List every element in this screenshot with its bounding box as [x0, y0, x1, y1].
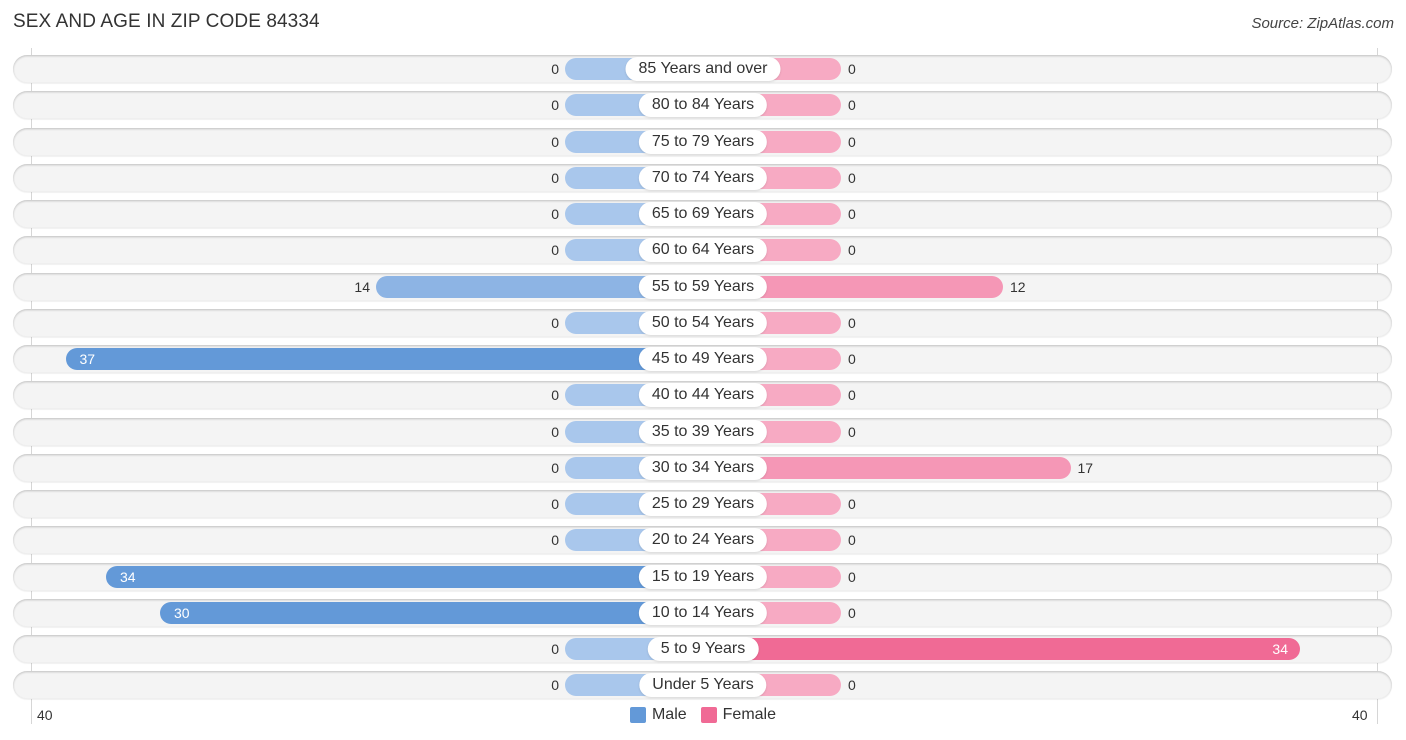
- legend-swatch-male: [629, 707, 646, 723]
- chart-row: 70 to 74 Years 0 0: [13, 164, 1392, 192]
- bar-male: [65, 348, 703, 370]
- legend-swatch-female: [700, 707, 717, 723]
- source-note: Source: ZipAtlas.com: [1251, 15, 1394, 32]
- category-label: 35 to 39 Years: [638, 420, 768, 444]
- value-label-male: 0: [551, 61, 559, 77]
- value-label-male: 30: [174, 605, 190, 621]
- category-label: 30 to 34 Years: [638, 456, 768, 480]
- legend-label-female: Female: [722, 706, 777, 723]
- category-label: 60 to 64 Years: [638, 238, 768, 262]
- legend: Male Female: [0, 706, 1406, 724]
- value-label-male: 0: [551, 677, 559, 693]
- value-label-male: 0: [551, 387, 559, 403]
- category-label: 20 to 24 Years: [638, 528, 768, 552]
- value-label-female: 17: [1077, 460, 1094, 476]
- legend-item-female: Female: [700, 706, 777, 724]
- bar-male: [106, 566, 703, 588]
- category-label: 55 to 59 Years: [638, 275, 768, 299]
- value-label-male: 37: [79, 351, 96, 367]
- value-label-female: 0: [848, 242, 856, 258]
- chart-row: 60 to 64 Years 0 0: [13, 236, 1392, 264]
- value-label-male: 0: [551, 242, 559, 258]
- chart-row: 75 to 79 Years 0 0: [13, 128, 1392, 156]
- value-label-female: 34: [1272, 641, 1288, 657]
- value-label-male: 0: [551, 315, 559, 331]
- legend-label-male: Male: [651, 706, 687, 723]
- bar-male: [160, 602, 703, 624]
- chart-row: 45 to 49 Years 37 0: [13, 345, 1392, 373]
- category-label: 5 to 9 Years: [647, 637, 759, 661]
- value-label-male: 0: [551, 170, 559, 186]
- value-label-male: 34: [120, 569, 136, 585]
- bar-female: [703, 638, 1300, 660]
- category-label: 75 to 79 Years: [638, 130, 768, 154]
- value-label-female: 0: [848, 569, 856, 585]
- value-label-female: 0: [848, 387, 856, 403]
- category-label: 50 to 54 Years: [638, 311, 768, 335]
- value-label-female: 0: [848, 97, 856, 113]
- value-label-female: 0: [848, 315, 856, 331]
- category-label: 70 to 74 Years: [638, 166, 768, 190]
- chart-row: 55 to 59 Years 14 12: [13, 273, 1392, 301]
- value-label-male: 0: [551, 97, 559, 113]
- category-label: 40 to 44 Years: [638, 383, 768, 407]
- value-label-female: 0: [848, 206, 856, 222]
- value-label-female: 0: [848, 605, 856, 621]
- value-label-male: 0: [551, 532, 559, 548]
- chart-row: 30 to 34 Years 0 17: [13, 454, 1392, 482]
- chart-title: SEX AND AGE IN ZIP CODE 84334: [13, 11, 320, 32]
- category-label: 85 Years and over: [625, 57, 781, 81]
- legend-item-male: Male: [629, 706, 687, 724]
- value-label-female: 0: [848, 134, 856, 150]
- value-label-female: 0: [848, 61, 856, 77]
- category-label: 65 to 69 Years: [638, 202, 768, 226]
- category-label: 80 to 84 Years: [638, 93, 768, 117]
- value-label-male: 0: [551, 424, 559, 440]
- value-label-male: 0: [551, 206, 559, 222]
- chart-row: 10 to 14 Years 30 0: [13, 599, 1392, 627]
- value-label-male: 0: [551, 460, 559, 476]
- chart-row: 80 to 84 Years 0 0: [13, 91, 1392, 119]
- value-label-female: 0: [848, 677, 856, 693]
- category-label: 15 to 19 Years: [638, 565, 768, 589]
- chart-row: 40 to 44 Years 0 0: [13, 381, 1392, 409]
- value-label-female: 0: [848, 424, 856, 440]
- chart-row: 25 to 29 Years 0 0: [13, 490, 1392, 518]
- value-label-female: 12: [1010, 279, 1026, 295]
- chart-row: 15 to 19 Years 34 0: [13, 563, 1392, 591]
- value-label-female: 0: [848, 351, 856, 367]
- value-label-male: 0: [551, 641, 559, 657]
- chart-row: Under 5 Years 0 0: [13, 671, 1392, 699]
- category-label: 45 to 49 Years: [638, 347, 768, 371]
- category-label: 10 to 14 Years: [638, 601, 768, 625]
- category-label: 25 to 29 Years: [638, 492, 768, 516]
- value-label-male: 14: [354, 279, 370, 295]
- value-label-female: 0: [848, 496, 856, 512]
- chart-row: 85 Years and over 0 0: [13, 55, 1392, 83]
- value-label-female: 0: [848, 170, 856, 186]
- chart-row: 5 to 9 Years 0 34: [13, 635, 1392, 663]
- value-label-male: 0: [551, 134, 559, 150]
- category-label: Under 5 Years: [639, 673, 767, 697]
- chart-row: 35 to 39 Years 0 0: [13, 418, 1392, 446]
- value-label-male: 0: [551, 496, 559, 512]
- chart-row: 65 to 69 Years 0 0: [13, 200, 1392, 228]
- chart-row: 50 to 54 Years 0 0: [13, 309, 1392, 337]
- value-label-female: 0: [848, 532, 856, 548]
- chart-row: 20 to 24 Years 0 0: [13, 526, 1392, 554]
